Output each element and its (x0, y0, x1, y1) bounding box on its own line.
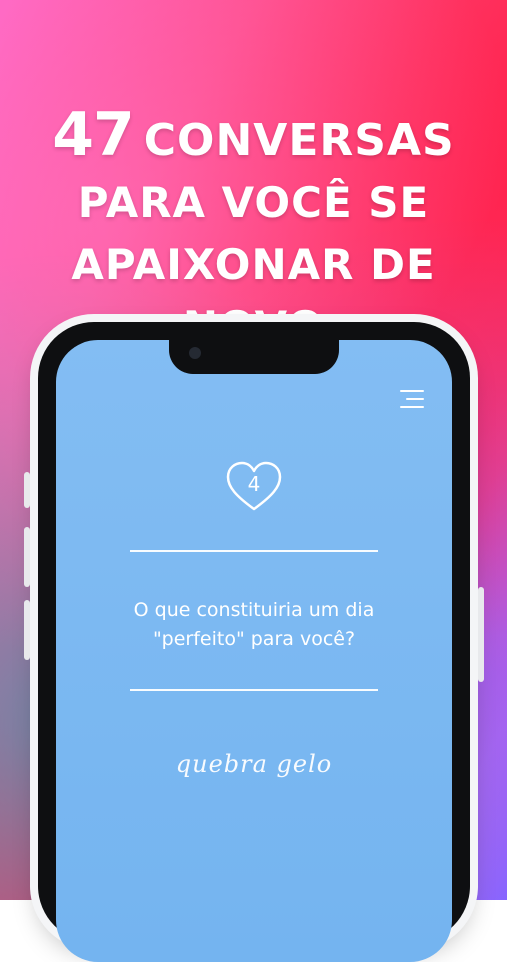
category-label: quebra gelo (175, 750, 333, 778)
card-number-badge: 4 (224, 460, 284, 514)
divider-top (130, 550, 378, 552)
divider-bottom (130, 689, 378, 691)
menu-icon[interactable] (396, 388, 424, 410)
front-camera (189, 347, 201, 359)
phone-power-button (478, 587, 484, 682)
promo-headline: 47CONVERSAS PARA VOCÊ SE APAIXONAR DE NO… (0, 104, 507, 358)
phone-volume-up-button (24, 527, 30, 587)
card-number: 4 (247, 472, 261, 496)
phone-mockup: 4 O que constituiria um dia "perfeito" p… (24, 322, 484, 962)
app-screen: 4 O que constituiria um dia "perfeito" p… (56, 340, 452, 962)
question-text: O que constituiria um dia "perfeito" par… (133, 599, 375, 650)
headline-line-1: 47 CONVERSAS (0, 104, 507, 172)
phone-notch (169, 340, 339, 374)
headline-word: CONVERSAS (143, 115, 455, 166)
phone-side-button (24, 472, 30, 508)
phone-volume-down-button (24, 600, 30, 660)
headline-number: 47 (52, 100, 134, 170)
headline-line-2: PARA VOCÊ SE (77, 178, 430, 227)
